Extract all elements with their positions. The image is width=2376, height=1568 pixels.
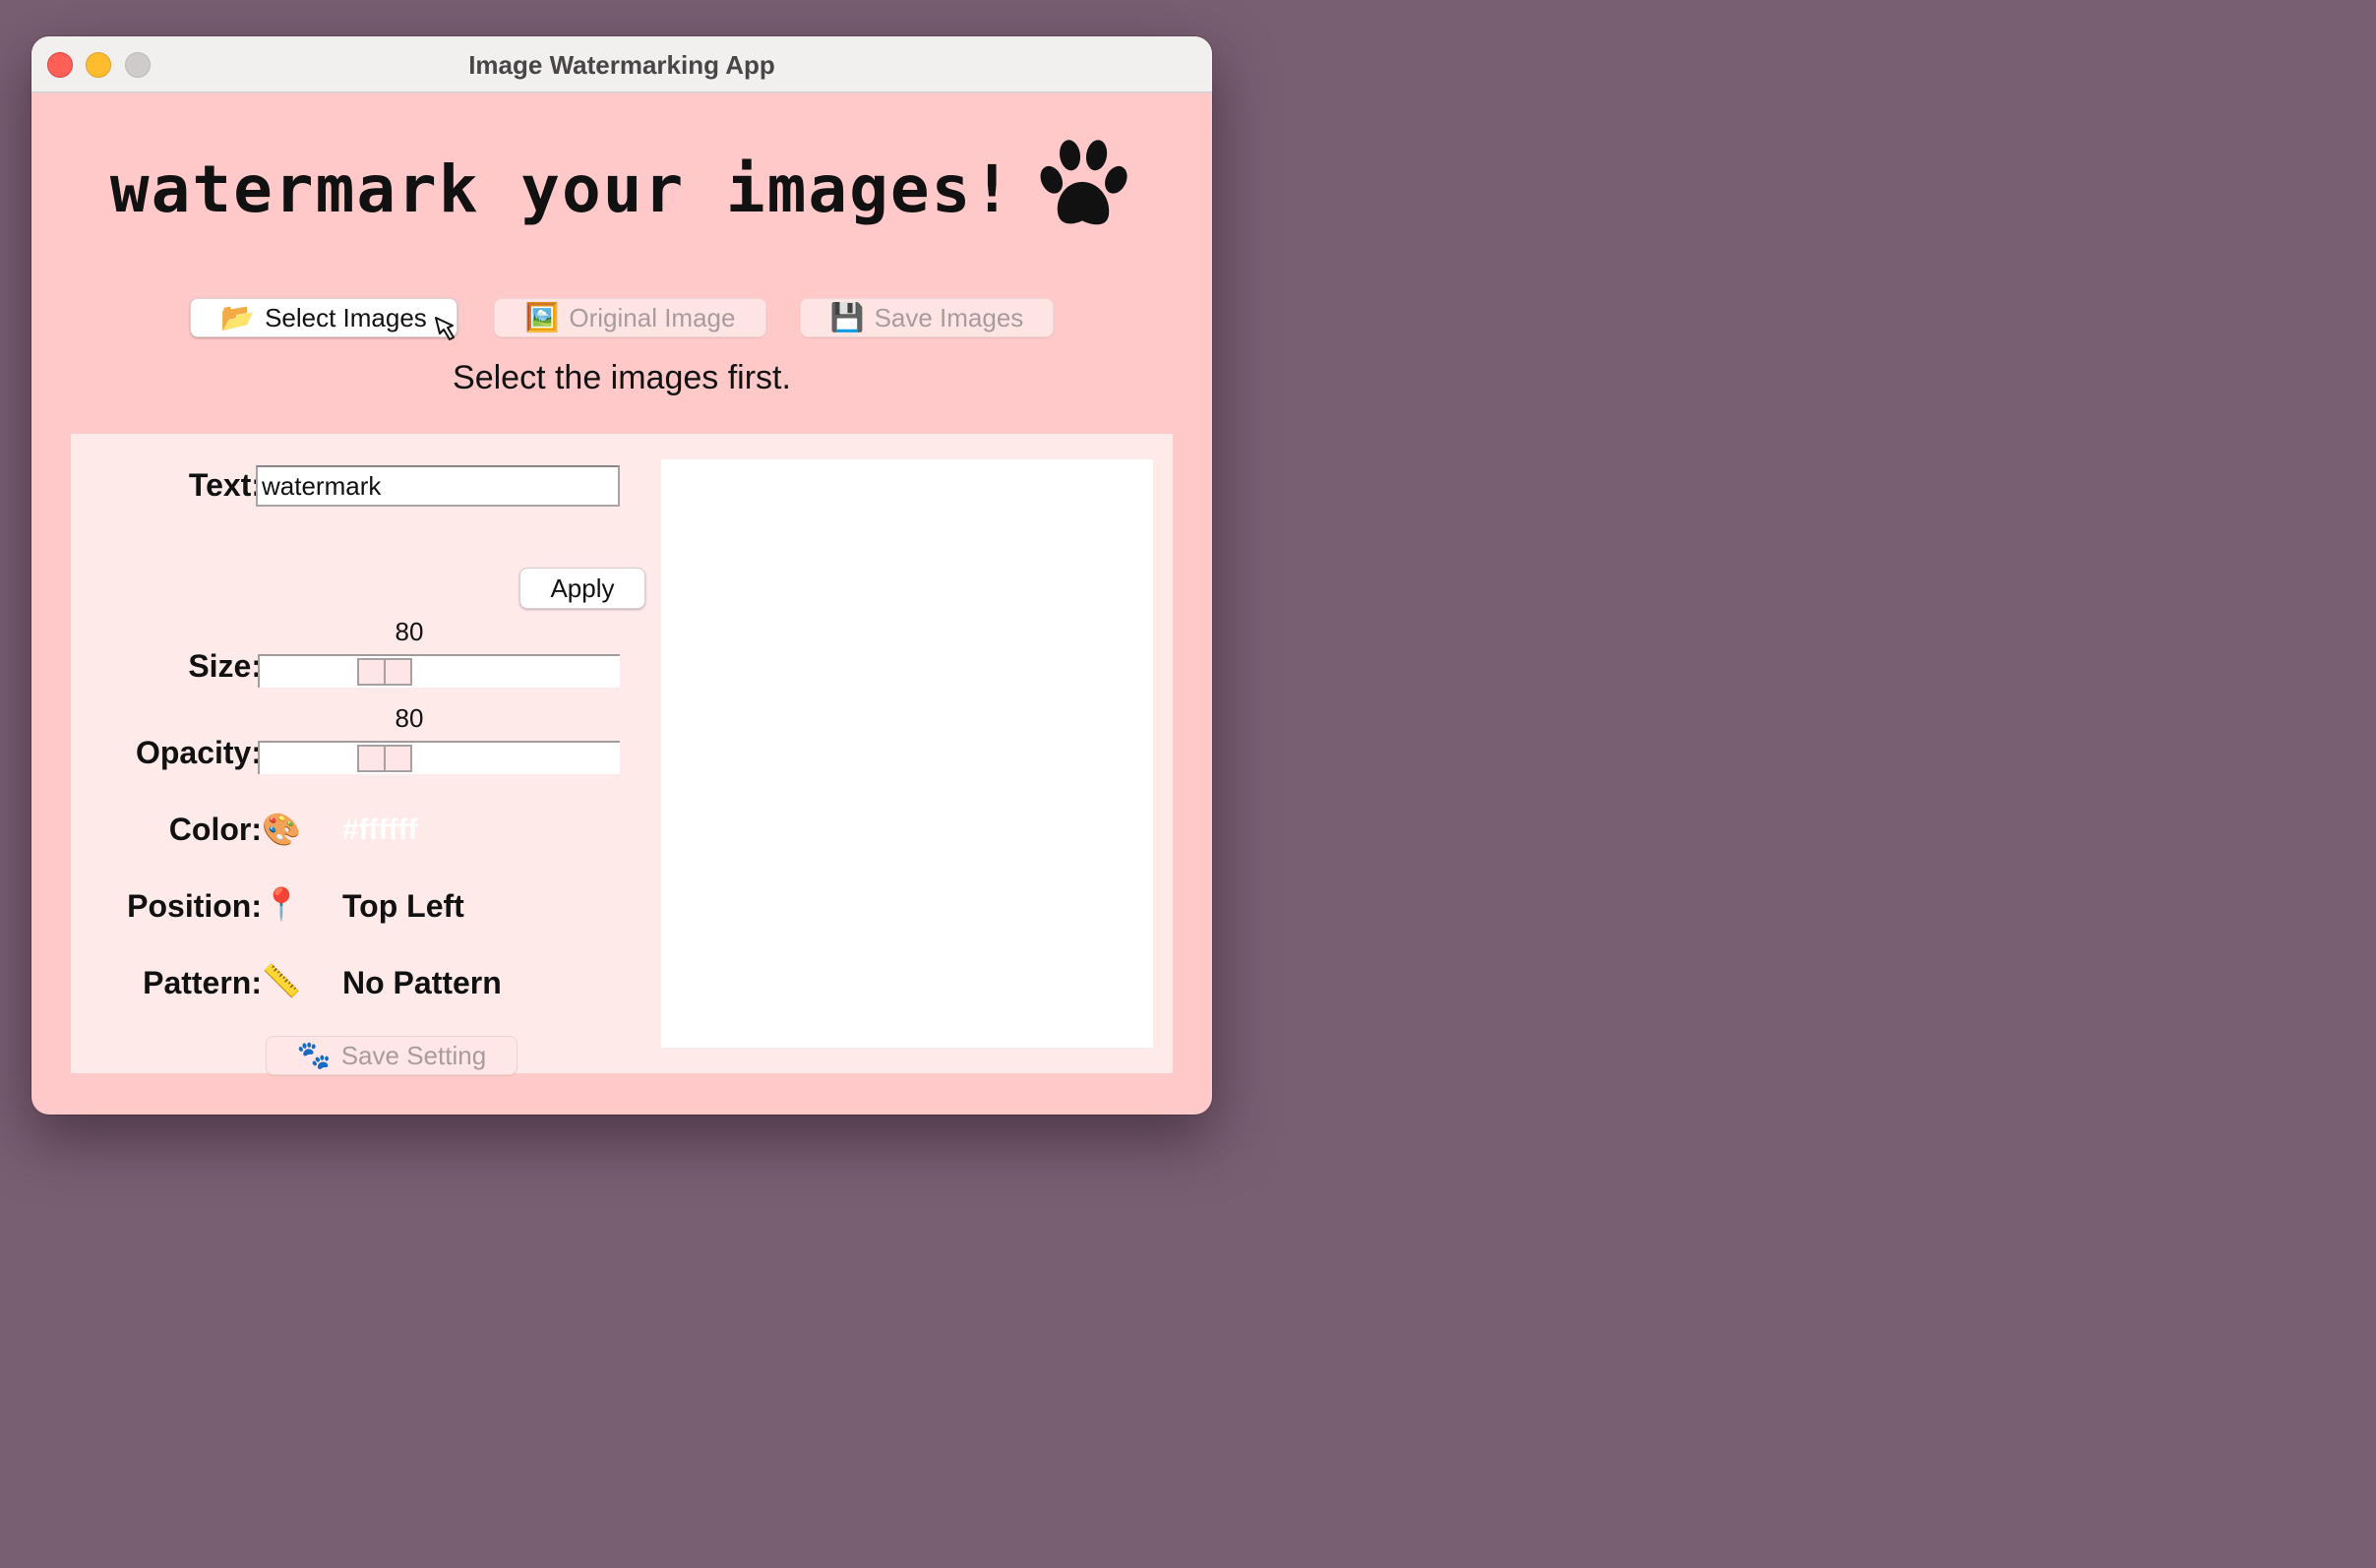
size-value: 80 — [395, 617, 424, 646]
floppy-disk-icon: 💾 — [829, 302, 865, 332]
save-images-label: Save Images — [874, 302, 1024, 332]
position-label: Position: — [127, 888, 262, 924]
save-images-button[interactable]: 💾 Save Images — [800, 298, 1054, 337]
watermark-text-input[interactable] — [256, 465, 620, 507]
select-images-label: Select Images — [265, 302, 427, 332]
title-bar: Image Watermarking App — [31, 36, 1212, 93]
pattern-value[interactable]: No Pattern — [342, 965, 502, 1001]
framed-picture-icon: 🖼️ — [524, 302, 560, 332]
opacity-slider-thumb[interactable] — [357, 745, 412, 772]
headline-text: watermark your images! — [109, 151, 1014, 228]
original-image-button[interactable]: 🖼️ Original Image — [494, 298, 766, 337]
color-label: Color: — [168, 812, 262, 847]
size-label: Size: — [188, 648, 262, 684]
original-image-label: Original Image — [569, 302, 736, 332]
select-images-button[interactable]: 📂 Select Images — [190, 298, 457, 337]
save-setting-label: Save Setting — [340, 1040, 487, 1070]
size-slider[interactable] — [258, 654, 620, 688]
app-window: Image Watermarking App watermark your im… — [31, 36, 1212, 1115]
save-setting-button[interactable]: 🐾 Save Setting — [266, 1036, 518, 1075]
folder-icon: 📂 — [220, 302, 256, 332]
opacity-value: 80 — [395, 703, 424, 733]
page-headline: watermark your images! — [31, 140, 1212, 245]
window-title: Image Watermarking App — [468, 50, 775, 80]
color-value[interactable]: #ffffff — [342, 814, 418, 847]
palette-icon[interactable]: 🎨 — [262, 814, 301, 845]
position-value[interactable]: Top Left — [342, 888, 464, 925]
paw-print-icon — [1040, 140, 1127, 225]
paw-prints-icon: 🐾 — [296, 1040, 332, 1070]
status-message: Select the images first. — [453, 359, 791, 396]
apply-button[interactable]: Apply — [519, 568, 645, 609]
settings-panel: Text: Apply 80 Size: 80 Opacity: Color: … — [71, 434, 1173, 1075]
text-label: Text: — [188, 467, 262, 503]
pushpin-icon[interactable]: 📍 — [262, 888, 301, 920]
opacity-slider[interactable] — [258, 741, 620, 774]
opacity-label: Opacity: — [135, 735, 262, 770]
pointer-hand-cursor-icon — [435, 317, 455, 340]
image-preview-area — [661, 459, 1153, 1048]
ruler-icon[interactable]: 📏 — [262, 965, 301, 996]
pattern-label: Pattern: — [143, 965, 262, 1000]
size-slider-thumb[interactable] — [357, 658, 412, 686]
